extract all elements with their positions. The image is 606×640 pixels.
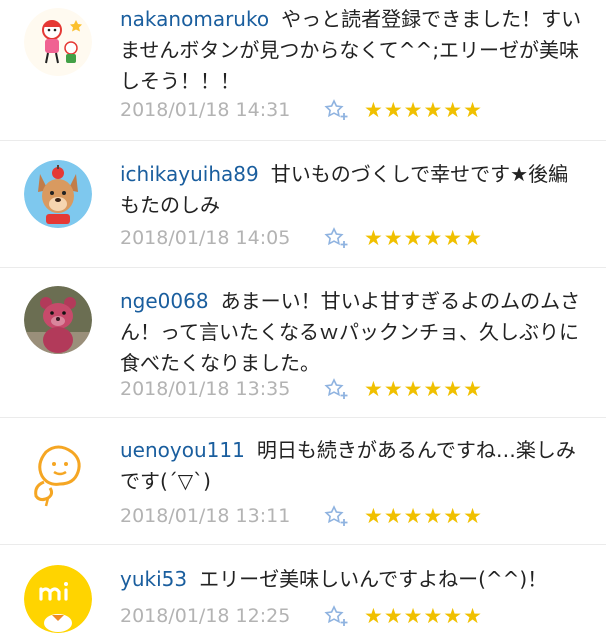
comment-list: nakanomaruko やっと読者登録できました！すいませんボタンが見つからなく…	[0, 0, 606, 640]
rating-stars: ★★★★★★	[364, 603, 483, 628]
comment-text: nge0068 あまーい！甘いよ甘すぎるよのムのムさん！って言いたくなるｗパックン…	[120, 286, 584, 379]
comment-item: nakanomaruko やっと読者登録できました！すいませんボタンが見つからなく…	[0, 0, 606, 141]
star-plus-icon[interactable]	[324, 226, 350, 250]
username-link[interactable]: ichikayuiha89	[120, 162, 259, 186]
rating-stars: ★★★★★★	[364, 225, 483, 250]
rating-stars: ★★★★★★	[364, 503, 483, 528]
username-link[interactable]: nakanomaruko	[120, 7, 269, 31]
timestamp: 2018/01/18 12:25	[120, 605, 291, 627]
avatar[interactable]	[24, 440, 92, 508]
avatar[interactable]	[24, 8, 92, 76]
timestamp: 2018/01/18 13:11	[120, 505, 291, 527]
orange-character-avatar-icon	[24, 440, 92, 508]
star-plus-icon[interactable]	[324, 604, 350, 628]
username-link[interactable]: uenoyou111	[120, 438, 245, 462]
comment-text: uenoyou111 明日も続きがあるんですね…楽しみです(´▽`)	[120, 435, 584, 497]
avatar[interactable]	[24, 565, 92, 633]
pink-bear-plush-avatar-icon	[24, 286, 92, 354]
avatar[interactable]	[24, 286, 92, 354]
avatar[interactable]	[24, 160, 92, 228]
comment-text: ichikayuiha89 甘いものづくしで幸せです★後編もたのしみ	[120, 159, 584, 221]
username-link[interactable]: nge0068	[120, 289, 209, 313]
comment-item: nge0068 あまーい！甘いよ甘すぎるよのムのムさん！って言いたくなるｗパックン…	[0, 268, 606, 418]
star-plus-icon[interactable]	[324, 377, 350, 401]
comment-text: nakanomaruko やっと読者登録できました！すいませんボタンが見つからなく…	[120, 4, 584, 97]
timestamp: 2018/01/18 13:35	[120, 378, 291, 400]
comment-item: ichikayuiha89 甘いものづくしで幸せです★後編もたのしみ 2018/0…	[0, 141, 606, 268]
comment-item: yuki53 エリーゼ美味しいんですよねー(^^)！ 2018/01/18 12:…	[0, 545, 606, 640]
timestamp: 2018/01/18 14:05	[120, 227, 291, 249]
child-drawing-avatar-icon	[24, 8, 92, 76]
comment-item: uenoyou111 明日も続きがあるんですね…楽しみです(´▽`) 2018/0…	[0, 418, 606, 545]
comment-message: エリーゼ美味しいんですよねー(^^)！	[199, 567, 548, 591]
rating-stars: ★★★★★★	[364, 97, 483, 122]
yellow-chick-logo-avatar-icon	[24, 565, 92, 633]
dog-mascot-avatar-icon	[24, 160, 92, 228]
star-plus-icon[interactable]	[324, 98, 350, 122]
username-link[interactable]: yuki53	[120, 567, 187, 591]
timestamp: 2018/01/18 14:31	[120, 99, 291, 121]
star-plus-icon[interactable]	[324, 504, 350, 528]
comment-text: yuki53 エリーゼ美味しいんですよねー(^^)！	[120, 564, 584, 595]
rating-stars: ★★★★★★	[364, 376, 483, 401]
